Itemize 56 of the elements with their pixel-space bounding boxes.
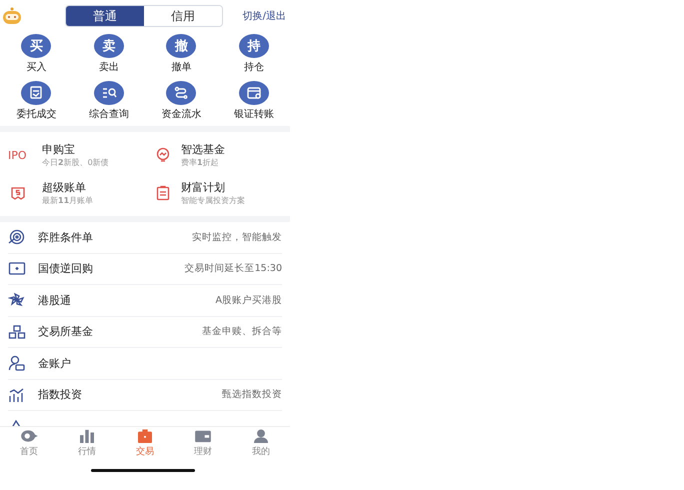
feature-title[interactable]: 申购宝	[42, 142, 109, 156]
account-type-tab[interactable]: 普通	[66, 6, 144, 26]
order-icon[interactable]	[21, 81, 52, 105]
action-button[interactable]: 卖	[94, 34, 124, 58]
service-note: A股账户买港股	[216, 294, 282, 307]
service-note: 甄选指数投资	[222, 388, 282, 402]
bill-icon	[10, 185, 26, 201]
feature-title[interactable]: 超级账单	[42, 180, 94, 194]
service-title[interactable]: 交易所基金	[38, 324, 93, 340]
feature-subtitle: 费率1折起	[181, 156, 220, 168]
briefcase-icon	[135, 429, 155, 443]
action-button[interactable]: 持	[238, 34, 269, 58]
service-title[interactable]: 国债逆回购	[38, 261, 93, 276]
bank-card-icon[interactable]	[238, 81, 269, 105]
flow-icon[interactable]	[166, 81, 196, 105]
service-title[interactable]: 金账户	[38, 356, 71, 371]
service-note: 交易时间延长至15:30	[184, 262, 282, 276]
eye-icon	[19, 429, 39, 443]
feature-subtitle: 今日2新股、0新债	[42, 156, 109, 168]
action-label: 撤单	[171, 61, 192, 75]
action-label: 持仓	[244, 61, 264, 75]
flower-icon	[8, 292, 26, 308]
action-button[interactable]: 买	[21, 34, 52, 58]
tab-bar-item[interactable]: 我的	[232, 427, 290, 460]
switch-logout-link[interactable]: 切换/退出	[242, 9, 286, 23]
person-icon	[8, 355, 26, 372]
feature-subtitle: 最新11月账单	[42, 194, 94, 206]
service-note: 实时监控，智能触发	[192, 230, 282, 244]
blocks-icon	[8, 324, 26, 340]
bar-chart-icon	[77, 429, 97, 443]
service-note: 基金申赎、拆合等	[202, 325, 282, 338]
service-title[interactable]: 弈胜条件单	[38, 230, 93, 245]
search-list-icon[interactable]	[94, 81, 124, 105]
target-icon	[8, 229, 26, 246]
line-chart-icon	[8, 386, 26, 403]
lightbulb-icon	[155, 147, 171, 163]
feature-subtitle: 智能专属投资方案	[181, 194, 245, 206]
action-label: 买入	[26, 61, 46, 75]
action-label: 卖出	[98, 61, 119, 75]
tab-bar-item[interactable]: 理财	[174, 427, 232, 460]
feature-title[interactable]: 智选基金	[181, 142, 225, 156]
action-label: 资金流水	[161, 108, 202, 122]
tab-bar-item[interactable]: 首页	[0, 427, 58, 460]
wallet-icon	[193, 429, 213, 443]
feature-title[interactable]: 财富计划	[181, 180, 245, 194]
action-label: 综合查询	[88, 108, 129, 122]
service-title[interactable]: 指数投资	[38, 387, 82, 402]
monitor-icon	[8, 260, 26, 277]
action-button[interactable]: 撤	[166, 34, 196, 58]
tab-bar-item[interactable]: 行情	[58, 427, 116, 460]
action-label: 委托成交	[16, 108, 56, 122]
ipo-label: IPO	[8, 148, 28, 162]
person-icon	[251, 429, 271, 443]
clipboard-icon	[155, 185, 171, 201]
service-title[interactable]: 港股通	[38, 292, 71, 308]
action-label: 银证转账	[234, 108, 274, 122]
